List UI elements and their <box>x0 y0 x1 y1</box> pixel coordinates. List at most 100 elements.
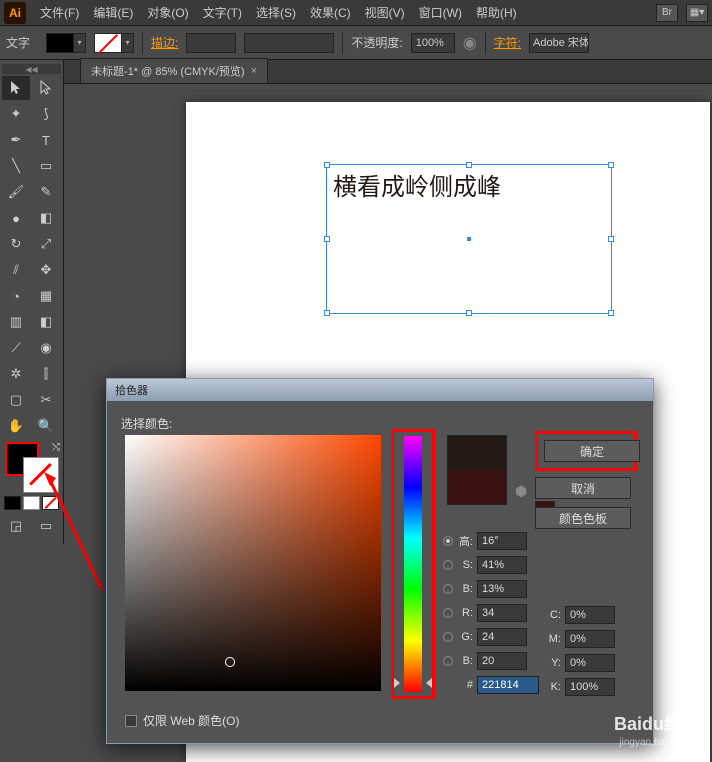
input-s[interactable] <box>477 556 527 574</box>
type-tool[interactable]: T <box>32 128 60 152</box>
input-k[interactable] <box>565 678 615 696</box>
handle-ml[interactable] <box>324 236 330 242</box>
scale-tool[interactable]: ⤢ <box>32 232 60 256</box>
menu-file[interactable]: 文件(F) <box>34 1 85 24</box>
input-y[interactable] <box>565 654 615 672</box>
ok-button[interactable]: 确定 <box>544 440 640 462</box>
width-tool[interactable]: ⫽ <box>2 258 30 282</box>
gradient-tool[interactable]: ◧ <box>32 310 60 334</box>
cancel-button[interactable]: 取消 <box>535 477 631 499</box>
screen-mode[interactable]: ▭ <box>32 514 60 538</box>
stroke-color-swatch[interactable] <box>24 458 58 492</box>
hue-slider-left[interactable] <box>394 678 400 688</box>
handle-bc[interactable] <box>466 310 472 316</box>
blend-tool[interactable]: ◉ <box>32 336 60 360</box>
text-content[interactable]: 横看成岭侧成峰 <box>327 165 611 204</box>
handle-tl[interactable] <box>324 162 330 168</box>
input-r[interactable] <box>477 604 527 622</box>
stroke-style-select[interactable] <box>244 33 334 53</box>
stroke-dropdown[interactable]: ▾ <box>122 33 134 53</box>
blob-brush-tool[interactable]: ● <box>2 206 30 230</box>
selection-tool[interactable] <box>2 76 30 100</box>
color-mode-none[interactable] <box>42 496 59 510</box>
handle-mr[interactable] <box>608 236 614 242</box>
input-h[interactable] <box>477 532 527 550</box>
hue-strip[interactable] <box>404 436 422 692</box>
menu-edit[interactable]: 编辑(E) <box>87 1 139 24</box>
magic-wand-tool[interactable]: ✦ <box>2 102 30 126</box>
graph-tool[interactable]: ⫿ <box>32 362 60 386</box>
pencil-tool[interactable]: ✎ <box>32 180 60 204</box>
input-m[interactable] <box>565 630 615 648</box>
mesh-tool[interactable]: ▥ <box>2 310 30 334</box>
symbol-sprayer-tool[interactable]: ✲ <box>2 362 30 386</box>
input-b[interactable] <box>477 580 527 598</box>
input-hex[interactable] <box>477 676 539 694</box>
color-cursor[interactable] <box>225 657 235 667</box>
text-frame[interactable]: 横看成岭侧成峰 <box>326 164 612 314</box>
bridge-button[interactable]: Br <box>656 4 678 22</box>
tab-close-icon[interactable]: × <box>251 65 257 77</box>
pen-tool[interactable]: ✒ <box>2 128 30 152</box>
input-rgb-b[interactable] <box>477 652 527 670</box>
menu-select[interactable]: 选择(S) <box>250 1 302 24</box>
artboard-tool[interactable]: ▢ <box>2 388 30 412</box>
color-field[interactable] <box>125 435 381 691</box>
menu-help[interactable]: 帮助(H) <box>470 1 523 24</box>
opacity-input[interactable] <box>411 33 455 53</box>
radio-s[interactable] <box>443 560 453 570</box>
swatches-button[interactable]: 颜色色板 <box>535 507 631 529</box>
menu-type[interactable]: 文字(T) <box>197 1 248 24</box>
menu-window[interactable]: 窗口(W) <box>413 1 468 24</box>
character-label[interactable]: 字符: <box>494 34 521 51</box>
radio-b[interactable] <box>443 584 453 594</box>
menu-effect[interactable]: 效果(C) <box>304 1 357 24</box>
stroke-weight-input[interactable] <box>186 33 236 53</box>
rotate-tool[interactable]: ↻ <box>2 232 30 256</box>
perspective-tool[interactable]: ▦ <box>32 284 60 308</box>
fill-dropdown[interactable]: ▾ <box>74 33 86 53</box>
draw-mode-normal[interactable]: ◲ <box>2 514 30 538</box>
color-mode-solid[interactable] <box>4 496 21 510</box>
handle-center[interactable] <box>467 237 471 241</box>
direct-selection-tool[interactable] <box>32 76 60 100</box>
shape-builder-tool[interactable]: ◔ <box>2 284 30 308</box>
web-only-checkbox[interactable] <box>125 715 137 727</box>
handle-tc[interactable] <box>466 162 472 168</box>
toolbar-collapse[interactable]: ◀◀ <box>2 64 61 74</box>
radio-h[interactable] <box>443 536 453 546</box>
fill-swatch[interactable] <box>46 33 74 53</box>
stroke-swatch[interactable] <box>94 33 122 53</box>
color-mode-gradient[interactable] <box>23 496 40 510</box>
lasso-tool[interactable]: ⟆ <box>32 102 60 126</box>
free-transform-tool[interactable]: ✥ <box>32 258 60 282</box>
menu-view[interactable]: 视图(V) <box>359 1 411 24</box>
document-tab[interactable]: 未标题-1* @ 85% (CMYK/预览) × <box>80 58 268 83</box>
radio-g[interactable] <box>443 632 453 642</box>
hue-slider-right[interactable] <box>426 678 432 688</box>
gamut-warning-icon[interactable]: ⬢ <box>515 483 527 500</box>
rectangle-tool[interactable]: ▭ <box>32 154 60 178</box>
input-c[interactable] <box>565 606 615 624</box>
menu-object[interactable]: 对象(O) <box>141 1 194 24</box>
recolor-icon[interactable]: ◉ <box>463 33 477 53</box>
stroke-label[interactable]: 描边: <box>151 34 178 51</box>
radio-rgb-b[interactable] <box>443 656 453 666</box>
input-g[interactable] <box>477 628 527 646</box>
font-select[interactable]: Adobe 宋体 <box>529 33 589 53</box>
eraser-tool[interactable]: ◧ <box>32 206 60 230</box>
handle-br[interactable] <box>608 310 614 316</box>
line-tool[interactable]: ╲ <box>2 154 30 178</box>
dialog-titlebar[interactable]: 拾色器 <box>107 379 653 401</box>
preview-old-color[interactable] <box>447 470 507 505</box>
hand-tool[interactable]: ✋ <box>2 414 30 438</box>
eyedropper-tool[interactable]: ⟋ <box>2 336 30 360</box>
handle-tr[interactable] <box>608 162 614 168</box>
paintbrush-tool[interactable]: 🖌 <box>2 180 30 204</box>
zoom-tool[interactable]: 🔍 <box>32 414 60 438</box>
handle-bl[interactable] <box>324 310 330 316</box>
arrange-button[interactable]: ▦▾ <box>686 4 708 22</box>
radio-r[interactable] <box>443 608 453 618</box>
swap-fill-stroke-icon[interactable]: ⤭ <box>52 442 60 453</box>
slice-tool[interactable]: ✂ <box>32 388 60 412</box>
